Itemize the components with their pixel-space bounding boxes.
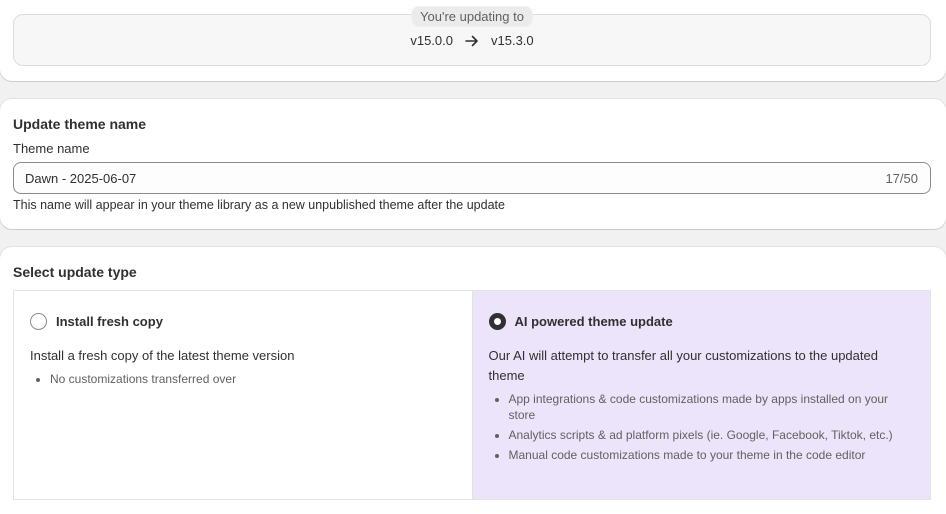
version-pill: You're updating to: [411, 6, 533, 27]
option-install-fresh-copy[interactable]: Install fresh copy Install a fresh copy …: [14, 291, 473, 499]
update-type-card: Select update type Install fresh copy In…: [0, 247, 946, 514]
option-description: Our AI will attempt to transfer all your…: [488, 348, 878, 383]
version-card: You're updating to v15.0.0 v15.3.0: [0, 0, 946, 81]
radio-install-fresh-copy[interactable]: [30, 313, 47, 330]
theme-name-field[interactable]: 17/50: [13, 162, 931, 194]
version-from: v15.0.0: [410, 33, 453, 48]
arrow-right-icon: [465, 35, 479, 47]
version-to: v15.3.0: [491, 33, 534, 48]
list-item: App integrations & code customizations m…: [509, 391, 901, 423]
update-type-options: Install fresh copy Install a fresh copy …: [13, 290, 931, 500]
character-count: 17/50: [885, 171, 918, 186]
option-title: AI powered theme update: [514, 314, 673, 329]
option-ai-powered-update[interactable]: AI powered theme update Our AI will atte…: [472, 291, 930, 499]
radio-ai-powered-update[interactable]: [488, 313, 506, 330]
list-item: Analytics scripts & ad platform pixels (…: [509, 427, 901, 443]
list-item: No customizations transferred over: [50, 371, 442, 387]
option-bullet-list: No customizations transferred over: [50, 371, 442, 391]
version-box: You're updating to v15.0.0 v15.3.0: [13, 6, 931, 66]
theme-name-card: Update theme name Theme name 17/50 This …: [0, 99, 946, 229]
theme-name-label: Theme name: [13, 141, 90, 156]
section-title-theme-name: Update theme name: [13, 116, 147, 132]
option-description: Install a fresh copy of the latest theme…: [30, 348, 295, 363]
theme-name-input[interactable]: [14, 163, 930, 193]
list-item: Manual code customizations made to your …: [509, 447, 901, 463]
theme-name-help-text: This name will appear in your theme libr…: [13, 198, 505, 212]
option-title: Install fresh copy: [56, 314, 163, 329]
section-title-update-type: Select update type: [13, 264, 137, 280]
option-bullet-list: App integrations & code customizations m…: [509, 391, 901, 467]
version-row: v15.0.0 v15.3.0: [14, 33, 930, 48]
